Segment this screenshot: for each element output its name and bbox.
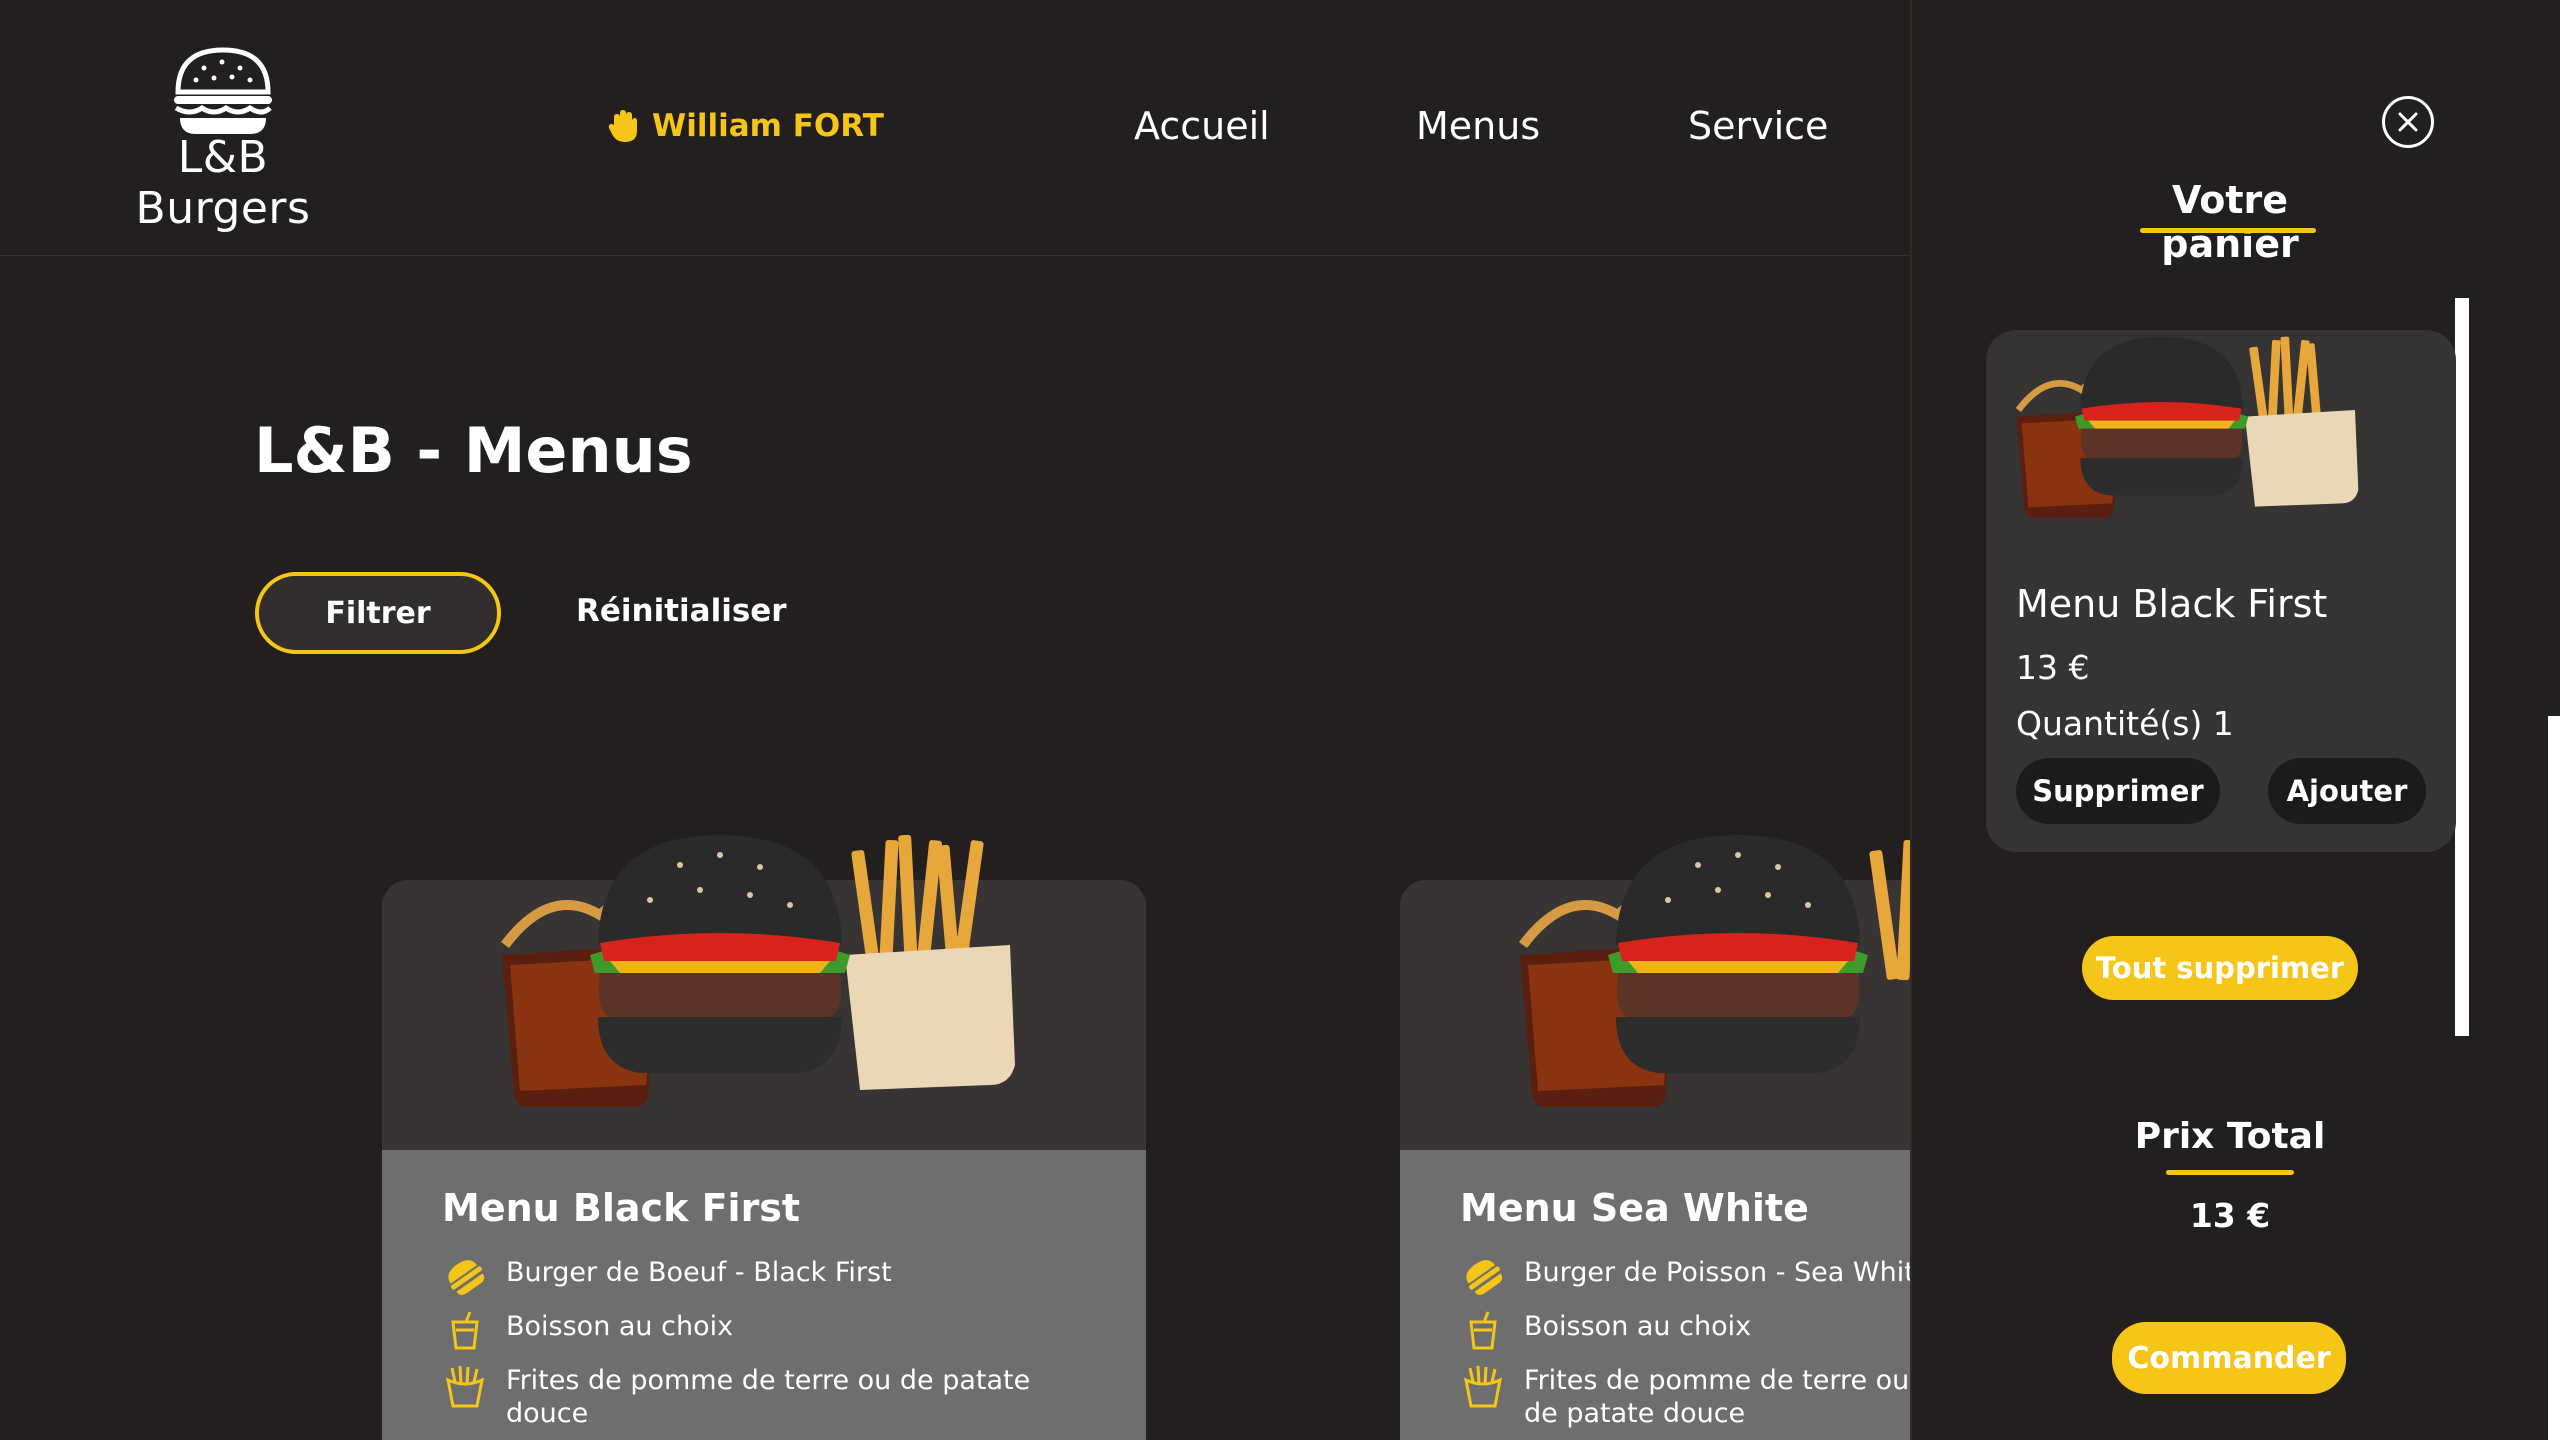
- user-greeting: William FORT: [608, 108, 884, 144]
- total-title: Prix Total: [2134, 1116, 2326, 1157]
- card-item: Burger de Boeuf - Black First: [442, 1256, 1062, 1296]
- clear-cart-button[interactable]: Tout supprimer: [2082, 936, 2358, 1000]
- card-item: Boisson au choix: [442, 1310, 1062, 1350]
- logo-text: L&B Burgers: [135, 132, 311, 234]
- cart-item: Menu Black First 13 € Quantité(s) 1 Supp…: [1986, 330, 2456, 852]
- close-cart-button[interactable]: [2382, 96, 2434, 148]
- nav-accueil[interactable]: Accueil: [1134, 104, 1270, 148]
- total-value: 13 €: [2189, 1196, 2271, 1235]
- cart-item-quantity: Quantité(s) 1: [2016, 704, 2234, 743]
- cart-item-name: Menu Black First: [2016, 582, 2328, 626]
- page-scrollbar[interactable]: [2548, 716, 2560, 1440]
- menu-food-image: [501, 834, 1015, 1107]
- fries-icon: [1460, 1364, 1506, 1408]
- burger-icon: [442, 1256, 488, 1296]
- card-item-text: Frites de pomme de terre ou de patate do…: [506, 1365, 1031, 1429]
- cart-title: Votre panier: [2161, 178, 2299, 266]
- card-body: Menu Sea White Burger de Poisson - Sea W…: [1400, 1150, 1910, 1440]
- wave-hand-icon: [608, 110, 637, 142]
- cart-title-underline: [2140, 228, 2316, 233]
- page-title: L&B - Menus: [254, 414, 693, 487]
- card-item: Frites de pomme de terre ou de patate do…: [1460, 1364, 1910, 1430]
- fries-icon: [442, 1364, 488, 1408]
- cart-item-image: [2015, 336, 2359, 518]
- add-item-button[interactable]: Ajouter: [2268, 758, 2426, 824]
- remove-item-button[interactable]: Supprimer: [2016, 758, 2220, 824]
- order-button[interactable]: Commander: [2112, 1322, 2346, 1394]
- nav-menus[interactable]: Menus: [1416, 104, 1540, 148]
- card-item-text: Frites de pomme de terre ou de patate do…: [1524, 1365, 1910, 1429]
- close-icon: [2398, 112, 2418, 132]
- card-title: Menu Sea White: [1460, 1186, 1809, 1230]
- user-name[interactable]: William FORT: [652, 108, 884, 144]
- drink-icon: [442, 1310, 488, 1350]
- card-item-text: Burger de Boeuf - Black First: [506, 1257, 892, 1288]
- cart-item-price: 13 €: [2016, 648, 2090, 687]
- nav-service[interactable]: Service: [1688, 104, 1828, 148]
- card-item: Boisson au choix: [1460, 1310, 1910, 1350]
- card-item-text: Burger de Poisson - Sea White: [1524, 1257, 1910, 1288]
- logo[interactable]: L&B Burgers: [108, 40, 338, 234]
- card-item: Burger de Poisson - Sea White: [1460, 1256, 1910, 1296]
- reset-button[interactable]: Réinitialiser: [576, 593, 787, 629]
- card-title: Menu Black First: [442, 1186, 801, 1230]
- burger-logo-icon: [174, 47, 272, 134]
- total-title-underline: [2166, 1170, 2294, 1175]
- filter-button[interactable]: Filtrer: [255, 572, 501, 654]
- card-item-text: Boisson au choix: [1524, 1311, 1752, 1342]
- card-item-text: Boisson au choix: [506, 1311, 734, 1342]
- menu-food-image: [1519, 835, 1910, 1107]
- cart-scrollbar[interactable]: [2455, 298, 2469, 1036]
- burger-icon: [1460, 1256, 1506, 1296]
- card-body: Menu Black First Burger de Boeuf - Black…: [382, 1150, 1146, 1440]
- site-header: L&B Burgers William FORT Accueil Menus S…: [0, 0, 1910, 256]
- card-item: Frites de pomme de terre ou de patate do…: [442, 1364, 1062, 1430]
- drink-icon: [1460, 1310, 1506, 1350]
